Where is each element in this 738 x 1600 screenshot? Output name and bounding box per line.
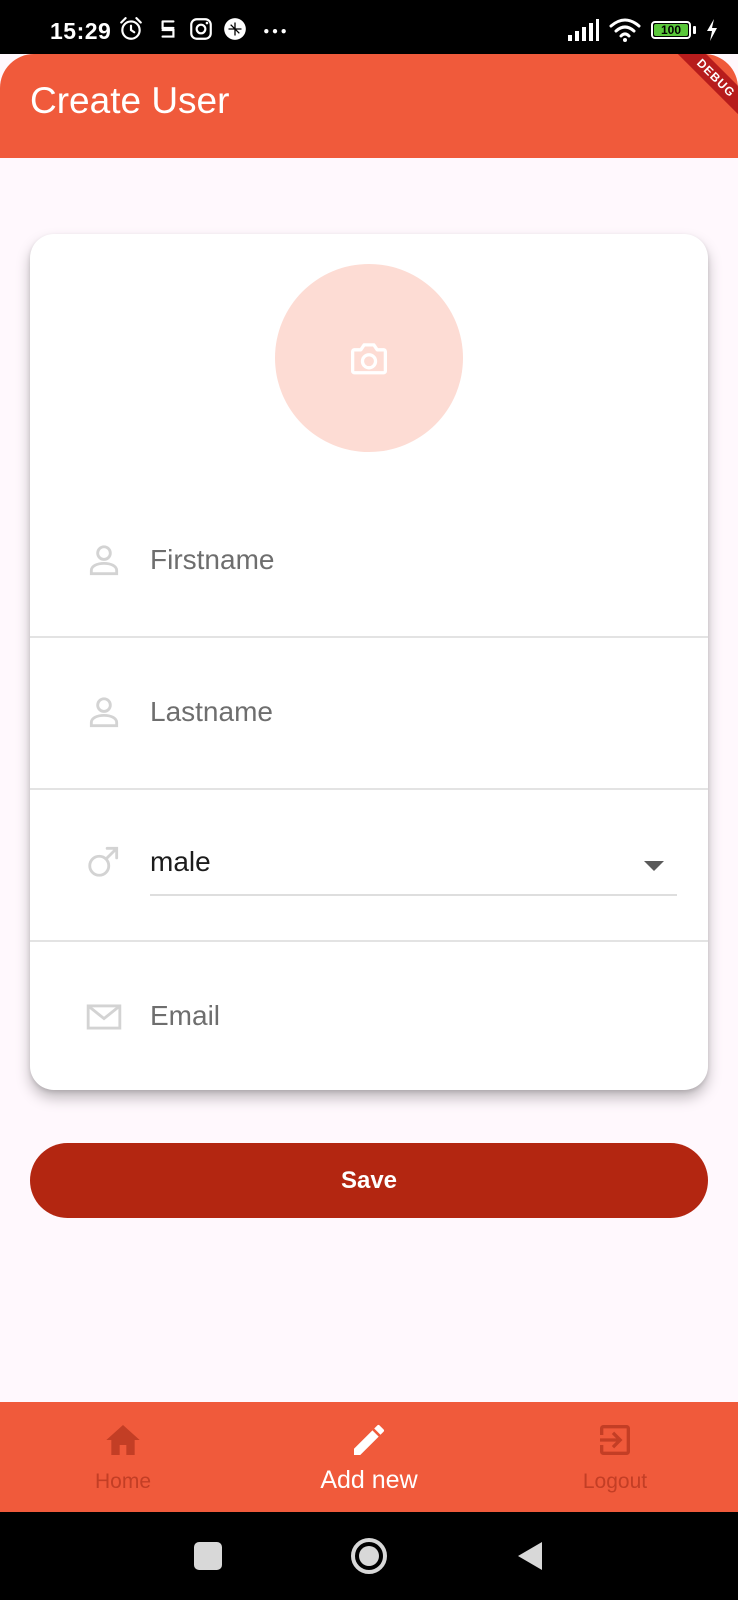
- page-title: Create User: [30, 80, 230, 121]
- back-icon[interactable]: [508, 1534, 552, 1578]
- app-icon: [224, 18, 246, 40]
- nav-item-logout[interactable]: Logout: [492, 1402, 738, 1512]
- more-icon: [264, 29, 286, 34]
- gender-row: male: [30, 790, 708, 942]
- nav-label-add-new: Add new: [320, 1466, 418, 1494]
- bottom-navigation: Home Add new Logout: [0, 1402, 738, 1512]
- gender-dropdown[interactable]: male: [30, 790, 708, 942]
- nav-label-home: Home: [94, 1470, 152, 1493]
- instagram-icon: [190, 18, 212, 40]
- status-right: 100: [567, 18, 718, 42]
- save-button[interactable]: Save: [30, 1143, 708, 1218]
- charging-icon: [707, 19, 717, 41]
- nav-item-home[interactable]: Home: [0, 1402, 246, 1512]
- edit-icon: [354, 1424, 385, 1455]
- notification-icon: [161, 20, 175, 38]
- alarm-icon: [120, 17, 142, 40]
- lastname-row: [30, 638, 708, 790]
- battery-level: 100: [660, 23, 682, 37]
- debug-banner: DEBUG: [666, 54, 738, 128]
- avatar-picker[interactable]: [275, 264, 463, 452]
- recent-apps-icon[interactable]: [186, 1534, 230, 1578]
- gender-selected-value: male: [150, 846, 211, 877]
- signal-icon: [568, 19, 599, 41]
- home-button-icon[interactable]: [347, 1534, 391, 1578]
- lastname-field[interactable]: [150, 696, 670, 728]
- firstname-row: [30, 486, 708, 638]
- email-row: [30, 942, 708, 1090]
- wifi-icon: [609, 18, 641, 42]
- home-icon: [106, 1425, 140, 1455]
- system-navigation-bar: [0, 1512, 738, 1600]
- dropdown-arrow-icon: [644, 861, 664, 871]
- status-time: 15:29: [50, 18, 112, 44]
- battery-icon: 100: [651, 21, 691, 39]
- firstname-field[interactable]: [150, 544, 670, 576]
- email-field[interactable]: [150, 1000, 670, 1032]
- nav-label-logout: Logout: [582, 1470, 648, 1493]
- app-screen: 15:29 100 Create User DEBUG Firstname La…: [0, 0, 738, 1600]
- status-bar: 15:29 100: [0, 0, 738, 54]
- app-bar: Create User DEBUG: [0, 54, 738, 158]
- mail-icon: [86, 1004, 122, 1030]
- create-user-card: male: [30, 234, 708, 1090]
- person-icon: [89, 545, 119, 576]
- camera-icon: [351, 343, 387, 375]
- dropdown-underline: [150, 894, 677, 896]
- nav-item-add-new[interactable]: Add new: [246, 1402, 492, 1512]
- logout-icon: [600, 1425, 630, 1455]
- battery-tip: [693, 26, 696, 34]
- person-icon: [89, 697, 119, 728]
